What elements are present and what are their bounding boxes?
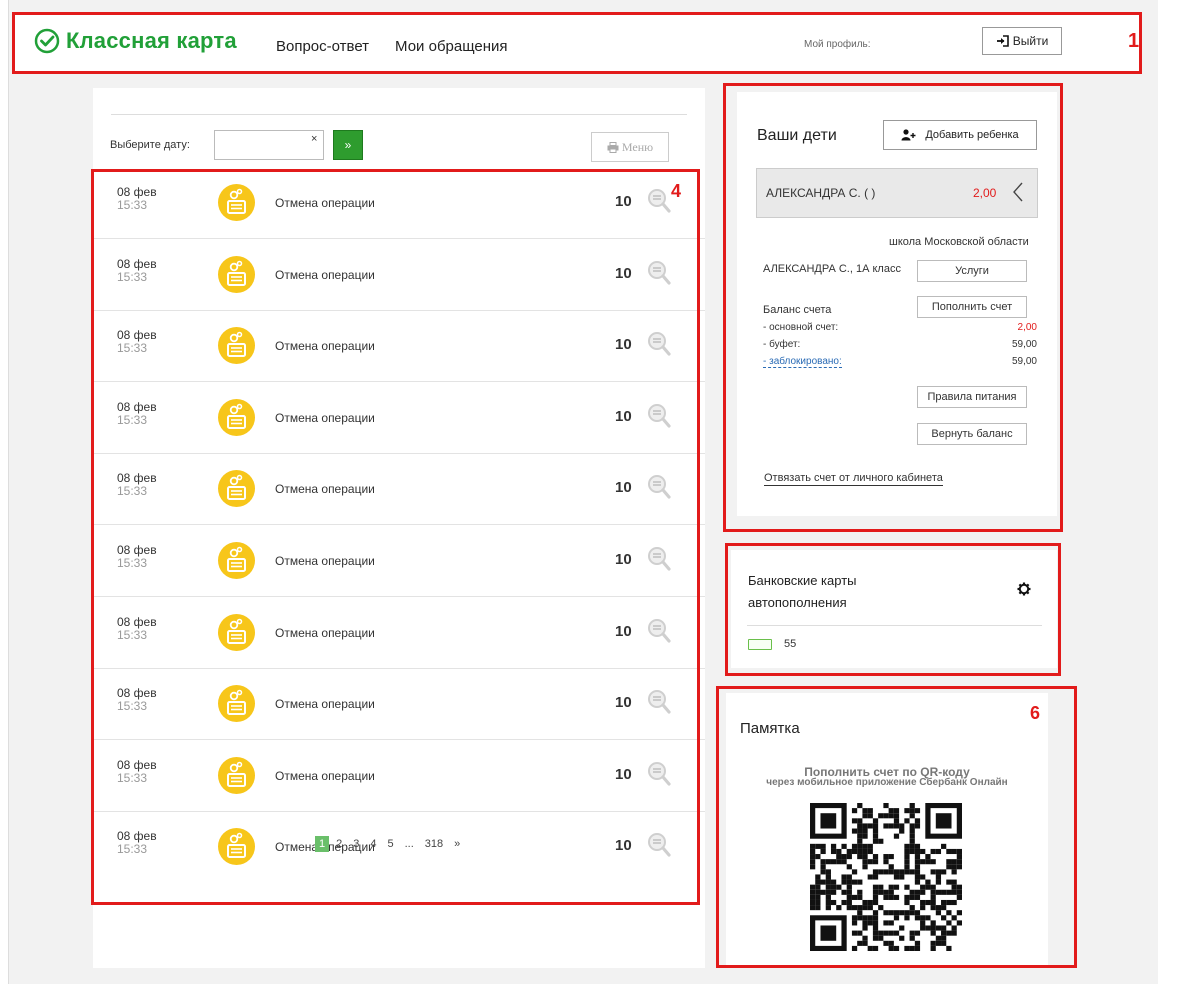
- divider: [111, 114, 687, 115]
- print-icon: [607, 141, 619, 153]
- annotation-box-cards: [725, 543, 1061, 676]
- annotation-number: 4: [671, 181, 682, 201]
- annotation-number: 6: [1030, 703, 1041, 723]
- annotation-box-operations: [91, 169, 700, 905]
- annotation-box-memo: [716, 686, 1077, 968]
- date-label: Выберите дату:: [110, 139, 190, 151]
- menu-label: Меню: [621, 139, 654, 154]
- apply-date-button[interactable]: »: [333, 130, 363, 160]
- annotation-box-children: [723, 83, 1063, 532]
- annotation-number: 1: [1128, 30, 1140, 52]
- clear-date-icon[interactable]: ×: [311, 133, 317, 145]
- date-input[interactable]: [214, 130, 324, 160]
- annotation-box-header: [12, 12, 1142, 74]
- menu-button[interactable]: Меню: [591, 132, 669, 162]
